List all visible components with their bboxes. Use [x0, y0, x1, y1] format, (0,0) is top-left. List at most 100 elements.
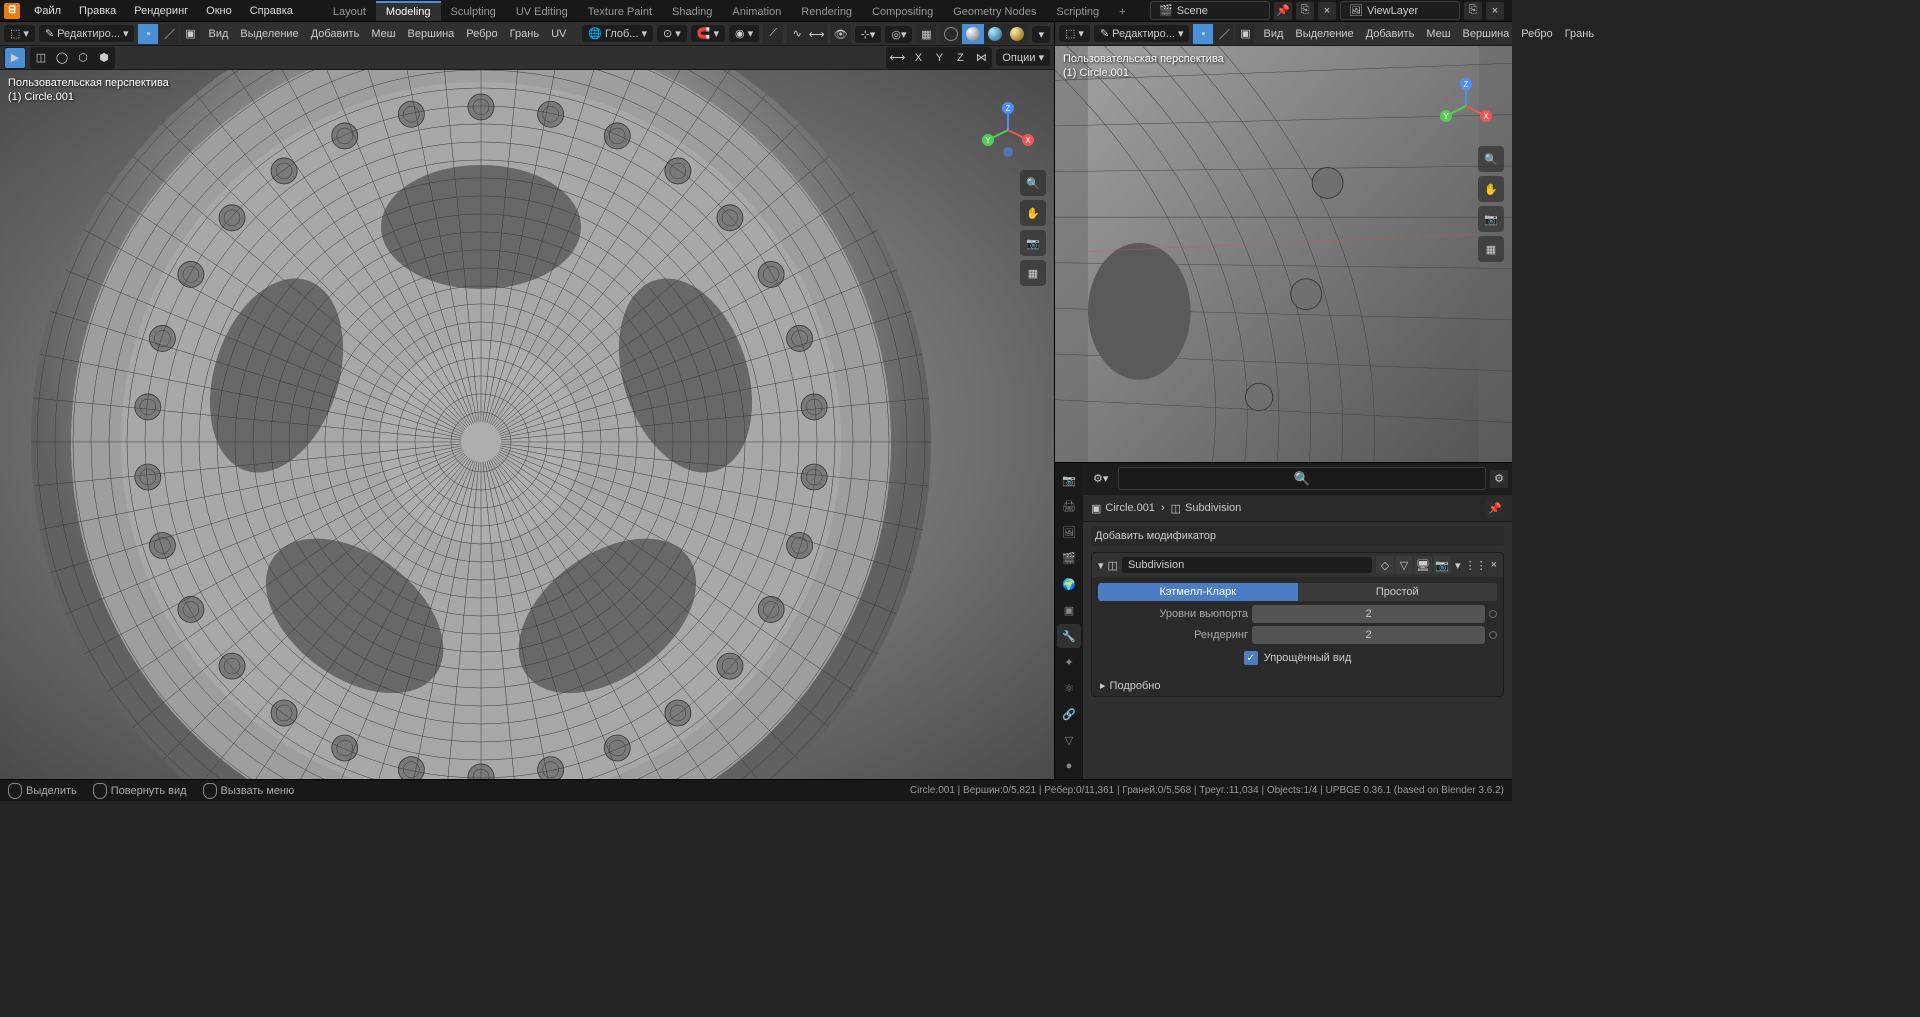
tab-animation[interactable]: Animation	[722, 1, 791, 21]
properties-options-icon[interactable]: ⚙	[1490, 470, 1508, 488]
tab-object-icon[interactable]: ▣	[1057, 598, 1081, 622]
breadcrumb-object[interactable]: Circle.001	[1105, 502, 1155, 514]
viewport-canvas-right[interactable]: Пользовательская перспектива (1) Circle.…	[1055, 46, 1512, 462]
menu-edit[interactable]: Правка	[71, 2, 124, 20]
tab-add[interactable]: +	[1109, 1, 1135, 21]
menu-mesh-r[interactable]: Меш	[1422, 28, 1454, 40]
shading-solid-button[interactable]	[962, 24, 984, 44]
modifier-name-input[interactable]: Subdivision	[1122, 557, 1372, 573]
pan-button[interactable]: ✋	[1020, 200, 1046, 226]
overlay-dropdown[interactable]: ◎▾	[885, 26, 912, 43]
select-vertex-button[interactable]: ▪	[138, 24, 158, 44]
properties-editor-type[interactable]: ⚙▾	[1087, 470, 1114, 487]
tab-output-icon[interactable]: 🖨	[1057, 494, 1081, 518]
simplified-checkbox[interactable]: ✓	[1244, 651, 1258, 665]
scene-selector[interactable]: 🎬 Scene	[1150, 1, 1270, 20]
extras-dropdown-icon[interactable]: ▾	[1455, 559, 1461, 572]
mode-dropdown[interactable]: ✎ Редактиро...▾	[39, 25, 135, 42]
tab-scene-icon[interactable]: 🎬	[1057, 546, 1081, 570]
tab-render-icon[interactable]: 📷	[1057, 468, 1081, 492]
pin-icon[interactable]: 📌	[1486, 499, 1504, 517]
mod-render-icon[interactable]: 📷	[1433, 556, 1451, 574]
orientation-dropdown[interactable]: 🌐 Глоб...▾	[582, 25, 653, 42]
tab-shading[interactable]: Shading	[662, 1, 722, 21]
menu-file[interactable]: Файл	[26, 2, 69, 20]
tab-modifiers-icon[interactable]: 🔧	[1057, 624, 1081, 648]
subdiv-catmull-tab[interactable]: Кэтмелл-Кларк	[1098, 583, 1298, 601]
render-levels-input[interactable]: 2	[1252, 626, 1485, 644]
editor-type-dropdown-r[interactable]: ⬚▾	[1059, 25, 1090, 42]
tool-cursor-button[interactable]: ▶	[5, 48, 25, 68]
select-face-button[interactable]: ▣	[180, 24, 200, 44]
select-edge-button-r[interactable]: ／	[1214, 24, 1234, 44]
tab-sculpting[interactable]: Sculpting	[441, 1, 506, 21]
menu-select[interactable]: Выделение	[236, 28, 302, 40]
tool-select-tweak-button[interactable]: ⬢	[94, 48, 114, 68]
tool-select-circle-button[interactable]: ◯	[52, 48, 72, 68]
menu-render[interactable]: Рендеринг	[126, 2, 196, 20]
delete-modifier-icon[interactable]: ×	[1491, 559, 1497, 571]
shading-options-dropdown[interactable]: ▾	[1032, 26, 1050, 43]
shading-rendered-button[interactable]	[1006, 24, 1028, 44]
tab-texture[interactable]: Texture Paint	[578, 1, 662, 21]
zoom-button[interactable]: 🔍	[1020, 170, 1046, 196]
mod-cage-icon[interactable]: ▽	[1395, 556, 1413, 574]
subdiv-simple-tab[interactable]: Простой	[1298, 583, 1498, 601]
tab-physics-icon[interactable]: ⚛	[1057, 676, 1081, 700]
menu-view-r[interactable]: Вид	[1259, 28, 1287, 40]
tab-compositing[interactable]: Compositing	[862, 1, 943, 21]
proportional-dropdown[interactable]: ◉▾	[729, 25, 759, 42]
menu-face[interactable]: Грань	[506, 28, 543, 40]
tab-constraints-icon[interactable]: 🔗	[1057, 702, 1081, 726]
menu-window[interactable]: Окно	[198, 2, 240, 20]
zoom-button-r[interactable]: 🔍	[1478, 146, 1504, 172]
perspective-toggle-button-r[interactable]: ▦	[1478, 236, 1504, 262]
tab-geonodes[interactable]: Geometry Nodes	[943, 1, 1046, 21]
select-edge-button[interactable]: ／	[159, 24, 179, 44]
mod-realtime-icon[interactable]: 🖥	[1414, 556, 1432, 574]
navigation-gizmo[interactable]: Z X Y	[978, 100, 1038, 160]
menu-face-r[interactable]: Грань	[1561, 28, 1598, 40]
tab-rendering[interactable]: Rendering	[791, 1, 862, 21]
delete-scene-icon[interactable]: ×	[1318, 2, 1336, 20]
tool-select-lasso-button[interactable]: ⬡	[73, 48, 93, 68]
menu-vertex-r[interactable]: Вершина	[1459, 28, 1514, 40]
menu-help[interactable]: Справка	[242, 2, 301, 20]
tab-modeling[interactable]: Modeling	[376, 1, 441, 21]
automerge-button[interactable]: ⋈	[971, 48, 991, 68]
advanced-expand[interactable]: ▸ Подробно	[1092, 675, 1503, 696]
tab-uv[interactable]: UV Editing	[506, 1, 578, 21]
menu-select-r[interactable]: Выделение	[1291, 28, 1357, 40]
tab-particles-icon[interactable]: ✦	[1057, 650, 1081, 674]
menu-view[interactable]: Вид	[204, 28, 232, 40]
shading-wireframe-button[interactable]	[940, 24, 962, 44]
mesh-option2-button[interactable]: ∿	[787, 24, 807, 44]
viewlayer-selector[interactable]: 🖼 ViewLayer	[1340, 1, 1460, 20]
pivot-dropdown[interactable]: ⊙▾	[657, 25, 687, 42]
delete-viewlayer-icon[interactable]: ×	[1486, 2, 1504, 20]
mode-dropdown-r[interactable]: ✎ Редактиро...▾	[1094, 25, 1190, 42]
camera-view-button-r[interactable]: 📷	[1478, 206, 1504, 232]
shading-material-button[interactable]	[984, 24, 1006, 44]
pan-button-r[interactable]: ✋	[1478, 176, 1504, 202]
tab-scripting[interactable]: Scripting	[1046, 1, 1109, 21]
mod-edit-mode-icon[interactable]: ◇	[1376, 556, 1394, 574]
tab-layout[interactable]: Layout	[323, 1, 376, 21]
select-face-button-r[interactable]: ▣	[1235, 24, 1255, 44]
gizmo-dropdown[interactable]: ⊹▾	[855, 26, 882, 43]
perspective-toggle-button[interactable]: ▦	[1020, 260, 1046, 286]
menu-vertex[interactable]: Вершина	[404, 28, 459, 40]
navigation-gizmo-r[interactable]: Z X Y	[1436, 76, 1496, 136]
pin-scene-icon[interactable]: 📌	[1274, 2, 1292, 20]
drag-handle-icon[interactable]: ⋮⋮	[1465, 559, 1487, 572]
xray-button[interactable]: ▦	[916, 24, 936, 44]
breadcrumb-modifier[interactable]: Subdivision	[1185, 502, 1241, 514]
options-dropdown[interactable]: Опции ▾	[996, 49, 1050, 66]
tab-world-icon[interactable]: 🌍	[1057, 572, 1081, 596]
menu-mesh[interactable]: Меш	[367, 28, 399, 40]
mesh-option-button[interactable]: ⟋	[763, 24, 783, 44]
mirror-icon[interactable]: ⟷	[887, 48, 907, 68]
new-viewlayer-icon[interactable]: ⎘	[1464, 2, 1482, 20]
menu-add[interactable]: Добавить	[307, 28, 364, 40]
menu-edge-r[interactable]: Ребро	[1517, 28, 1556, 40]
